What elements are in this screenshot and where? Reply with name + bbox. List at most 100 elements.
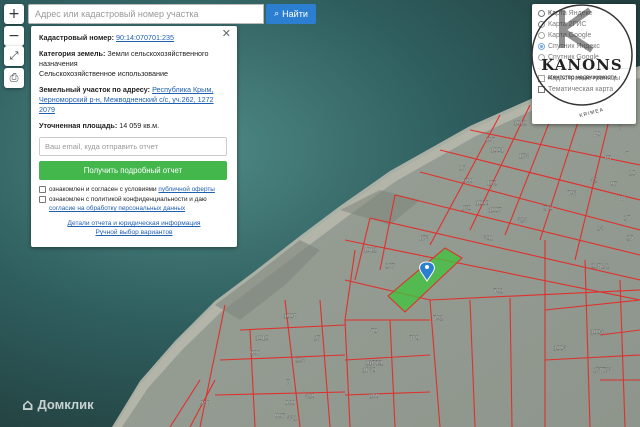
parcel-number-label: 1012	[513, 121, 527, 127]
parcel-number-label: 593	[567, 191, 578, 197]
parcel-number-label: 997	[275, 414, 286, 420]
cadastral-number-link[interactable]: 90:14:070701:235	[116, 33, 174, 42]
parcel-number-label: 1000	[475, 201, 489, 207]
parcel-number-label: 2151/1	[591, 264, 610, 270]
parcel-number-label: 14	[597, 226, 604, 232]
cadastral-label: Кадастровый номер:	[39, 33, 115, 42]
domclick-logo-icon: ⌂	[22, 395, 34, 414]
parcel-number-label: 170	[461, 206, 472, 212]
map-layers-panel: Карта Яндекс Карта 2ГИС Карта Google Спутни…	[532, 4, 636, 124]
parcel-number-label: 1007	[488, 208, 502, 214]
get-report-button[interactable]: Получить подробный отчет	[39, 161, 227, 180]
parcel-number-label: 173	[419, 236, 430, 242]
layer-option-label: Карта Google	[548, 32, 592, 39]
search-input[interactable]: Адрес или кадастровый номер участка	[28, 4, 264, 24]
layer-option[interactable]: Спутник Яндекс	[538, 41, 630, 52]
layer-option-label: Карта Яндекс	[548, 10, 593, 17]
parcel-number-label: 15	[624, 216, 631, 222]
zoom-in-button[interactable]: +	[4, 4, 24, 24]
layer-option[interactable]: Карта Google	[538, 30, 630, 41]
domclick-watermark: ⌂ Домклик	[22, 395, 94, 414]
consent-offer-checkbox[interactable]	[39, 186, 46, 193]
overlay-option[interactable]: Кадастровые границы	[538, 73, 630, 84]
layer-option[interactable]: Карта Яндекс	[538, 8, 630, 19]
parcel-number-label: 88	[619, 196, 626, 202]
print-icon[interactable]: ⎙	[4, 68, 24, 88]
area-label: Уточненная площадь:	[39, 121, 118, 130]
checkbox-icon[interactable]	[538, 75, 545, 82]
overlay-option-label: Кадастровые границы	[548, 75, 621, 82]
parcel-number-label: 1008	[283, 314, 297, 320]
parcel-number-label: 172	[487, 181, 498, 187]
layer-option-label: Спутник Яндекс	[548, 43, 600, 50]
parcel-number-label: 301	[483, 236, 494, 242]
fullscreen-icon[interactable]: ⤢	[4, 46, 24, 66]
parcel-number-label: 42	[591, 178, 598, 184]
zoom-out-button[interactable]: −	[4, 26, 24, 46]
overlay-option[interactable]: Тематическая карта	[538, 84, 630, 95]
radio-icon[interactable]	[538, 32, 545, 39]
parcel-number-label: 996	[250, 351, 261, 357]
radio-icon[interactable]	[538, 21, 545, 28]
search-icon: ⌕	[274, 9, 280, 19]
overlay-option-label: Тематическая карта	[548, 86, 614, 93]
parcel-number-label: 995	[485, 138, 496, 144]
parcel-number-label: 97	[611, 182, 618, 188]
checkbox-icon[interactable]	[538, 86, 545, 93]
parcel-number-label: 324	[517, 218, 528, 224]
public-offer-link[interactable]: публичной оферты	[158, 186, 214, 193]
parcel-number-label: 16	[459, 166, 466, 172]
parcel-number-label: 1001	[490, 148, 504, 154]
close-icon[interactable]: ✕	[222, 28, 231, 39]
parcel-number-label: 999	[285, 401, 296, 407]
parcel-number-label: 224	[295, 358, 306, 364]
parcel-number-label: 299	[369, 394, 380, 400]
radio-icon[interactable]	[538, 43, 545, 50]
parcel-number-label: 1650	[368, 361, 382, 367]
consent-privacy-checkbox[interactable]	[39, 196, 46, 203]
parcel-number-label: 1003	[553, 346, 567, 352]
parcel-number-label: 1012	[363, 248, 377, 254]
parcel-number-label: 589	[409, 336, 420, 342]
consent-offer-checkbox-row: ознакомлен и согласен с условиями публич…	[39, 185, 229, 194]
email-input[interactable]: Ваш email, куда отправить отчет	[39, 137, 227, 156]
usage-value: Сельскохозяйственное использование	[39, 69, 169, 78]
parcel-number-label: 174	[519, 154, 530, 160]
parcel-number-label: 1004	[590, 330, 604, 336]
parcel-number-label: 1757/3	[593, 368, 612, 374]
consent-offer-text: ознакомлен и согласен с условиями	[49, 186, 157, 193]
layers-divider	[538, 68, 630, 69]
address-label: Земельный участок по адресу:	[39, 85, 151, 94]
layer-option[interactable]: Карта 2ГИС	[538, 19, 630, 30]
parcel-number-label: 10	[629, 171, 636, 177]
consent-privacy-text: ознакомлен с политикой конфиденциальност…	[49, 196, 207, 203]
area-value: 14 059 кв.м.	[119, 121, 160, 130]
parcel-number-label: 592	[493, 289, 504, 295]
consent-privacy-checkbox-row: ознакомлен с политикой конфиденциальност…	[39, 195, 229, 213]
parcel-number-label: 1010	[255, 336, 269, 342]
parcel-number-label: 431	[287, 416, 298, 422]
parcel-number-label: 1630	[362, 368, 376, 374]
parcel-number-label: 65	[605, 156, 612, 162]
parcel-info-panel: ✕ Кадастровый номер: 90:14:070701:235 Ка…	[31, 26, 237, 247]
parcel-number-label: 250	[543, 206, 554, 212]
parcel-number-label: 429	[305, 394, 316, 400]
radio-icon[interactable]	[538, 10, 545, 17]
layer-option[interactable]: Спутник Google	[538, 52, 630, 63]
search-button-label: Найти	[282, 9, 308, 19]
parcel-number-label: 998	[200, 401, 211, 407]
parcel-number-label: 50	[371, 329, 378, 335]
layer-option-label: Карта 2ГИС	[548, 21, 587, 28]
parcel-number-label: 89	[594, 132, 601, 138]
email-placeholder: Ваш email, куда отправить отчет	[45, 141, 159, 151]
parcel-number-label: 17	[314, 336, 321, 342]
parcel-number-label: 592	[433, 316, 444, 322]
search-button[interactable]: ⌕ Найти	[266, 4, 316, 24]
layer-option-label: Спутник Google	[548, 54, 599, 61]
parcel-number-label: 25	[627, 236, 634, 242]
personal-data-link[interactable]: согласие на обработку персональных данны…	[49, 205, 185, 212]
report-details-link[interactable]: Детали отчета и юридическая информация	[68, 220, 201, 227]
watermark-text: Домклик	[37, 397, 94, 412]
manual-choice-link[interactable]: Ручной выбор вариантов	[95, 229, 172, 236]
radio-icon[interactable]	[538, 54, 545, 61]
